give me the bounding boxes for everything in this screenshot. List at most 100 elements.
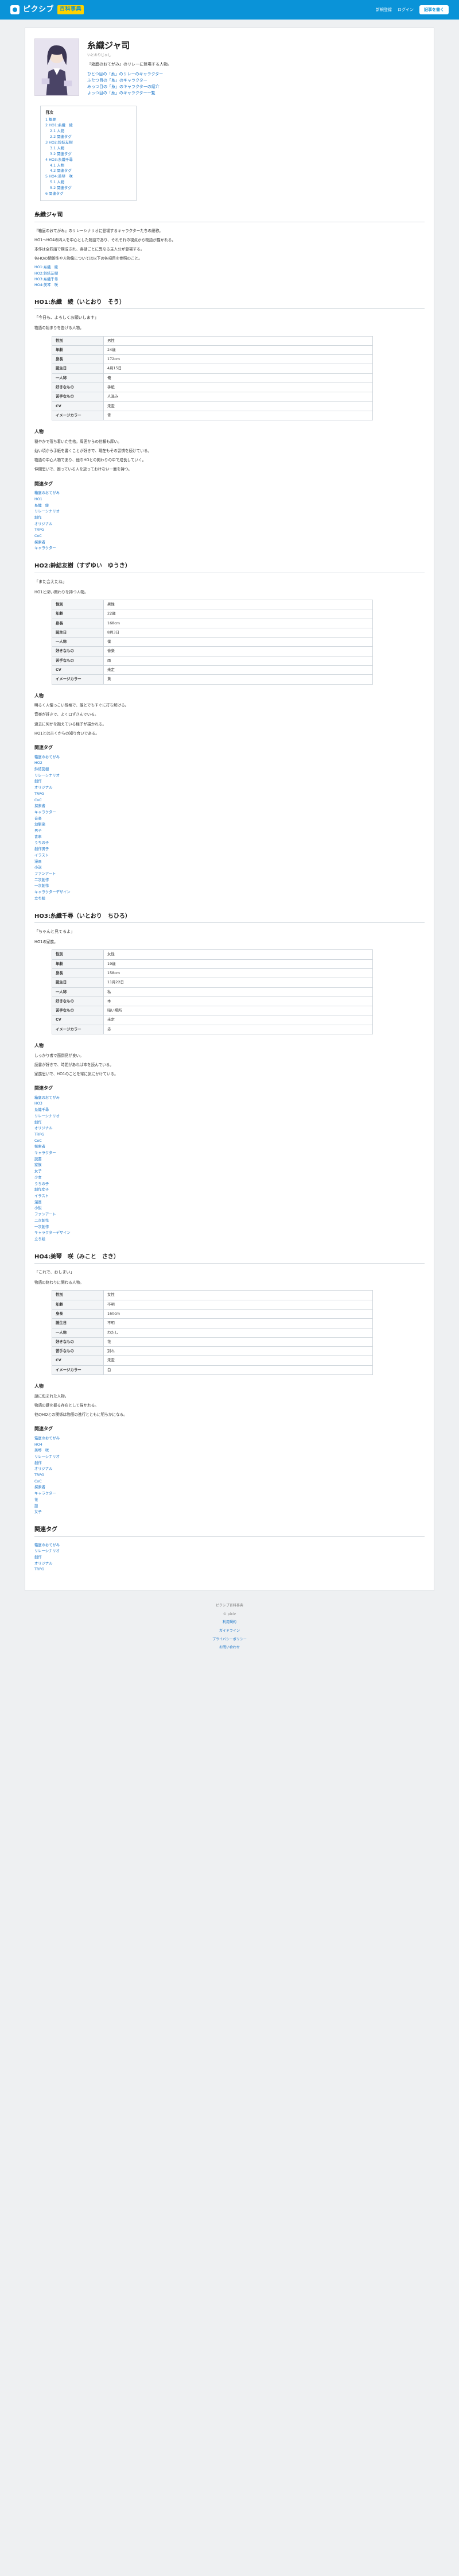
tag-link[interactable]: 花: [34, 1497, 425, 1504]
tag-link[interactable]: リレーシナリオ: [34, 509, 425, 515]
toc-item[interactable]: 1 概要: [45, 117, 131, 123]
tag-link[interactable]: 美琴 咲: [34, 1448, 425, 1454]
toc-item[interactable]: 4.1 人物: [45, 163, 131, 169]
tag-link[interactable]: リレーシナリオ: [34, 773, 425, 779]
tag-link[interactable]: オリジナル: [34, 522, 425, 528]
tag-link[interactable]: キャラクター: [34, 1491, 425, 1497]
tag-link[interactable]: 創作: [34, 779, 425, 785]
tag-link[interactable]: うちの子: [34, 840, 425, 847]
article-link[interactable]: ふたつ目の「糸」のキャラクター: [87, 78, 172, 84]
tag-link[interactable]: 一次創作: [34, 1225, 425, 1231]
tag-link[interactable]: オリジナル: [34, 1466, 425, 1473]
overview-link[interactable]: HO1:糸織 綾: [34, 265, 425, 271]
tag-link[interactable]: 探索者: [34, 540, 425, 546]
tag-link[interactable]: 探索者: [34, 804, 425, 810]
tag-link[interactable]: 創作: [34, 1461, 425, 1467]
tag-link[interactable]: 立ち絵: [34, 896, 425, 902]
tag-link[interactable]: CoC: [34, 1138, 425, 1145]
tag-link[interactable]: 探索者: [34, 1485, 425, 1491]
tag-link[interactable]: キャラクター: [34, 1150, 425, 1157]
write-article-button[interactable]: 記事を書く: [419, 5, 449, 15]
tag-link[interactable]: TRPG: [34, 1132, 425, 1138]
tag-link[interactable]: イラスト: [34, 853, 425, 859]
tag-link[interactable]: うちの子: [34, 1181, 425, 1188]
toc-item[interactable]: 3.1 人物: [45, 146, 131, 152]
tag-link[interactable]: HO2: [34, 760, 425, 767]
article-link[interactable]: よっつ目の「糸」のキャラクター一覧: [87, 90, 172, 96]
site-logo[interactable]: ピクシブ 百科事典: [10, 5, 84, 16]
nav-login[interactable]: ログイン: [398, 7, 414, 13]
tag-link[interactable]: HO3: [34, 1101, 425, 1107]
tag-link[interactable]: 家族: [34, 1163, 425, 1169]
tag-link[interactable]: 箱庭のおてがみ: [34, 1436, 425, 1442]
tag-link[interactable]: 箱庭のおてがみ: [34, 1095, 425, 1102]
toc-item[interactable]: 3.2 関連タグ: [45, 152, 131, 157]
toc-item[interactable]: 3 HO2:鈴結友樹: [45, 140, 131, 146]
nav-register[interactable]: 新規登録: [376, 7, 392, 13]
toc-item[interactable]: 6 関連タグ: [45, 191, 131, 197]
tag-link[interactable]: キャラクターデザイン: [34, 1230, 425, 1237]
tag-link[interactable]: 箱庭のおてがみ: [34, 491, 425, 497]
article-thumbnail[interactable]: [34, 38, 79, 96]
tag-link[interactable]: 一次創作: [34, 883, 425, 890]
tag-link[interactable]: キャラクター: [34, 546, 425, 552]
article-link[interactable]: ひとつ目の「糸」のリレーのキャラクター: [87, 71, 172, 78]
overview-link[interactable]: HO2:鈴結友樹: [34, 271, 425, 277]
tag-link[interactable]: 漫画: [34, 1200, 425, 1206]
related-tag[interactable]: TRPG: [34, 1567, 425, 1573]
related-tag[interactable]: 箱庭のおてがみ: [34, 1543, 425, 1549]
overview-link[interactable]: HO3:糸織千尋: [34, 277, 425, 283]
tag-link[interactable]: 女子: [34, 1169, 425, 1175]
tag-link[interactable]: 音楽: [34, 816, 425, 822]
tag-link[interactable]: 創作男子: [34, 847, 425, 853]
tag-link[interactable]: 創作: [34, 515, 425, 522]
tag-link[interactable]: オリジナル: [34, 1126, 425, 1132]
footer-link[interactable]: 利用規約: [0, 1620, 459, 1625]
tag-link[interactable]: TRPG: [34, 527, 425, 534]
tag-link[interactable]: 幼馴染: [34, 822, 425, 828]
related-tag[interactable]: オリジナル: [34, 1561, 425, 1567]
tag-link[interactable]: HO1: [34, 497, 425, 503]
tag-link[interactable]: 読書: [34, 1157, 425, 1163]
related-tag[interactable]: 創作: [34, 1555, 425, 1561]
tag-link[interactable]: CoC: [34, 1479, 425, 1485]
toc-item[interactable]: 4 HO3:糸織千尋: [45, 157, 131, 163]
tag-link[interactable]: 漫画: [34, 859, 425, 866]
toc-item[interactable]: 5.2 関連タグ: [45, 186, 131, 191]
tag-link[interactable]: キャラクターデザイン: [34, 890, 425, 896]
article-link[interactable]: みっつ目の「糸」のキャラクターの紹介: [87, 84, 172, 90]
toc-item[interactable]: 5 HO4:美琴 咲: [45, 174, 131, 180]
tag-link[interactable]: オリジナル: [34, 785, 425, 791]
tag-link[interactable]: ファンアート: [34, 871, 425, 878]
footer-link[interactable]: お問い合わせ: [0, 1646, 459, 1651]
toc-item[interactable]: 2.2 関連タグ: [45, 134, 131, 140]
overview-link[interactable]: HO4:美琴 咲: [34, 283, 425, 288]
related-tag[interactable]: リレーシナリオ: [34, 1548, 425, 1555]
tag-link[interactable]: イラスト: [34, 1194, 425, 1200]
tag-link[interactable]: 二次創作: [34, 1218, 425, 1225]
tag-link[interactable]: キャラクター: [34, 810, 425, 816]
tag-link[interactable]: CoC: [34, 798, 425, 804]
toc-item[interactable]: 2 HO1:糸織 綾: [45, 123, 131, 129]
tag-link[interactable]: 少女: [34, 1175, 425, 1181]
tag-link[interactable]: 糸織 綾: [34, 503, 425, 509]
tag-link[interactable]: 立ち絵: [34, 1237, 425, 1243]
tag-link[interactable]: 鈴結友樹: [34, 767, 425, 773]
tag-link[interactable]: 謎: [34, 1504, 425, 1510]
tag-link[interactable]: 箱庭のおてがみ: [34, 755, 425, 761]
tag-link[interactable]: 小説: [34, 1206, 425, 1212]
toc-item[interactable]: 2.1 人物: [45, 129, 131, 134]
tag-link[interactable]: 二次創作: [34, 878, 425, 884]
tag-link[interactable]: 探索者: [34, 1144, 425, 1150]
tag-link[interactable]: TRPG: [34, 1473, 425, 1479]
tag-link[interactable]: 青年: [34, 835, 425, 841]
toc-item[interactable]: 4.2 関連タグ: [45, 168, 131, 174]
tag-link[interactable]: HO4: [34, 1442, 425, 1449]
tag-link[interactable]: リレーシナリオ: [34, 1114, 425, 1120]
tag-link[interactable]: リレーシナリオ: [34, 1454, 425, 1461]
tag-link[interactable]: 男子: [34, 828, 425, 835]
tag-link[interactable]: 女子: [34, 1509, 425, 1516]
tag-link[interactable]: 糸織千尋: [34, 1107, 425, 1114]
toc-item[interactable]: 5.1 人物: [45, 180, 131, 186]
tag-link[interactable]: 創作: [34, 1120, 425, 1126]
